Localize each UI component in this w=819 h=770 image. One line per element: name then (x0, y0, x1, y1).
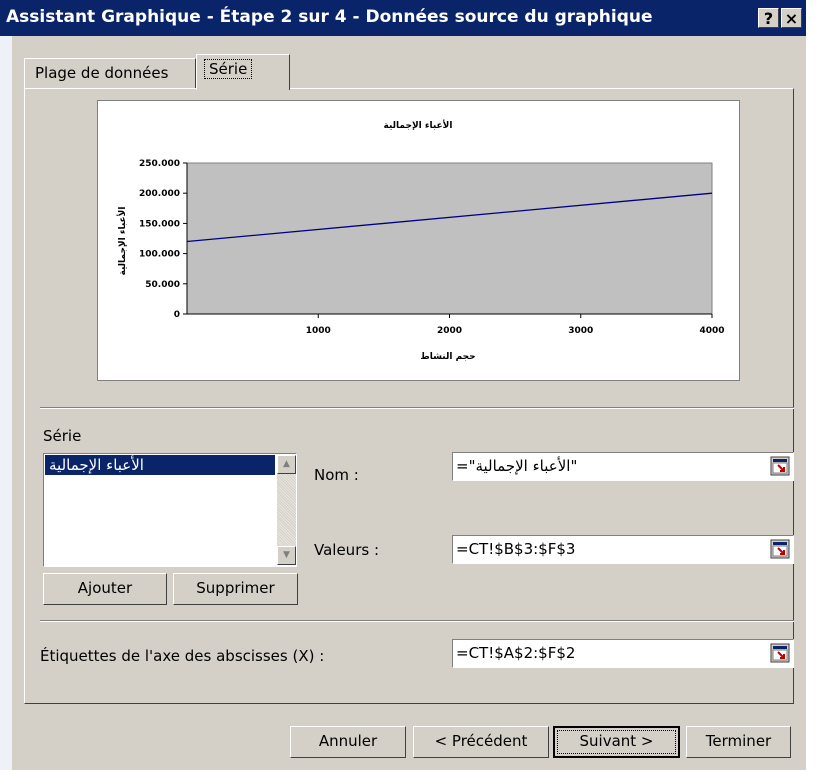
y-tick-label: 250.000 (139, 159, 180, 169)
series-list-item[interactable]: الأعباء الإجمالية (45, 455, 275, 475)
remove-series-button[interactable]: Supprimer (173, 573, 298, 605)
nom-value: ="الأعباء الإجمالية" (456, 457, 578, 475)
y-tick-label: 0 (174, 310, 180, 320)
y-tick-label: 150.000 (139, 219, 180, 229)
nom-field[interactable]: ="الأعباء الإجمالية" (452, 452, 794, 481)
valeurs-label: Valeurs : (314, 541, 379, 559)
scroll-down-button[interactable]: ▼ (277, 546, 296, 565)
chart-svg: 250.000 200.000 150.000 100.000 50.000 0 1000 2… (116, 119, 725, 362)
range-select-icon[interactable] (770, 643, 790, 663)
x-tick-label: 2000 (437, 326, 462, 336)
right-background-strip (806, 0, 819, 770)
close-icon: × (784, 9, 799, 28)
focus-rect (557, 730, 676, 754)
nom-label: Nom : (314, 466, 359, 484)
finish-button[interactable]: Terminer (686, 726, 791, 758)
series-listbox[interactable]: الأعباء الإجمالية ▲ ▼ (43, 453, 297, 567)
x-tick-label: 1000 (306, 326, 331, 336)
tab-plage-de-donnees[interactable]: Plage de données (24, 58, 196, 89)
close-button[interactable]: × (781, 8, 802, 28)
scroll-up-button[interactable]: ▲ (277, 455, 296, 474)
x-axis-title: حجم النشاط (420, 352, 475, 362)
listbox-scrollbar[interactable]: ▲ ▼ (277, 455, 296, 565)
tab-label: Plage de données (35, 64, 169, 82)
x-tick-label: 4000 (699, 326, 724, 336)
add-series-button[interactable]: Ajouter (43, 573, 167, 605)
xlabels-field[interactable]: =CT!$A$2:$F$2 (452, 639, 794, 668)
valeurs-value: =CT!$B$3:$F$3 (456, 540, 576, 558)
title-bar: Assistant Graphique - Étape 2 sur 4 - Do… (0, 0, 806, 36)
left-background-strip (0, 36, 12, 770)
tab-label: Série (203, 59, 253, 79)
y-tick-label: 200.000 (139, 189, 180, 199)
cancel-button[interactable]: Annuler (290, 726, 406, 758)
series-label: Série (43, 427, 82, 445)
y-tick-label: 50.000 (145, 280, 180, 290)
separator (40, 407, 794, 409)
chart-title: الأعباء الإجمالية (384, 119, 453, 131)
y-axis-title: الأعباء الإجمالية (116, 207, 128, 276)
range-select-icon[interactable] (770, 539, 790, 559)
previous-button[interactable]: < Précédent (413, 726, 549, 758)
xlabels-value: =CT!$A$2:$F$2 (456, 644, 576, 662)
x-tick-label: 3000 (568, 326, 593, 336)
chart-preview: 250.000 200.000 150.000 100.000 50.000 0 1000 2… (97, 100, 740, 381)
next-button[interactable]: Suivant > (553, 726, 680, 758)
arrow-down-icon: ▼ (283, 550, 290, 560)
tab-serie[interactable]: Série (196, 54, 290, 90)
valeurs-field[interactable]: =CT!$B$3:$F$3 (452, 535, 794, 564)
range-select-icon[interactable] (770, 456, 790, 476)
arrow-up-icon: ▲ (283, 459, 290, 469)
plot-area (186, 162, 713, 315)
y-tick-label: 100.000 (139, 250, 180, 260)
xlabels-label: Étiquettes de l'axe des abscisses (X) : (40, 647, 325, 665)
help-icon: ? (763, 9, 774, 28)
window-title: Assistant Graphique - Étape 2 sur 4 - Do… (6, 7, 653, 27)
separator (40, 620, 794, 622)
help-button[interactable]: ? (758, 8, 779, 28)
